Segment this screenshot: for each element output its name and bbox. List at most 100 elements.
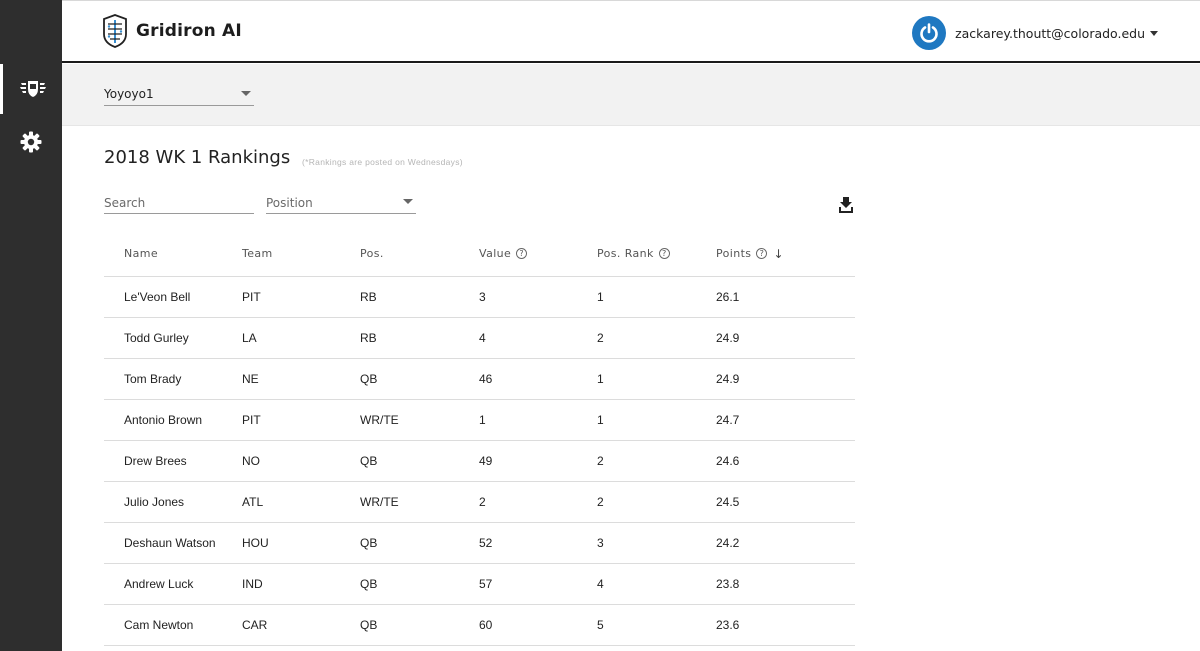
sidebar-item-settings[interactable] — [0, 117, 62, 167]
cell-pos: QB — [340, 604, 459, 646]
cell-pos-rank: 3 — [577, 522, 696, 564]
account-menu[interactable]: zackarey.thoutt@colorado.edu — [912, 16, 1158, 50]
cell-pos-rank: 1 — [577, 399, 696, 441]
cell-team: IND — [222, 563, 340, 605]
cell-name: Antonio Brown — [104, 399, 222, 441]
cell-name: Todd Gurley — [104, 317, 222, 359]
cell-points: 26.1 — [696, 276, 855, 318]
app-logo[interactable]: Gridiron AI — [102, 14, 242, 48]
cell-points: 24.9 — [696, 358, 855, 400]
table-row[interactable]: Andrew Luck IND QB 57 4 23.8 — [104, 563, 855, 605]
sidebar-item-team[interactable] — [0, 64, 62, 114]
chevron-down-icon — [1150, 30, 1158, 36]
cell-pos: QB — [340, 440, 459, 482]
cell-value: 52 — [459, 522, 577, 564]
cell-pos-rank: 2 — [577, 317, 696, 359]
cell-value: 49 — [459, 440, 577, 482]
column-header-team[interactable]: Team — [222, 232, 340, 277]
cell-team: ATL — [222, 481, 340, 523]
app-name: Gridiron AI — [136, 21, 242, 41]
cell-team: LA — [222, 317, 340, 359]
cell-points: 23.8 — [696, 563, 855, 605]
table-row[interactable]: Antonio Brown PIT WR/TE 1 1 24.7 — [104, 399, 855, 441]
cell-team: NE — [222, 358, 340, 400]
gridiron-logo-icon — [103, 14, 127, 48]
cell-name: Le'Veon Bell — [104, 276, 222, 318]
cell-pos-rank: 1 — [577, 358, 696, 400]
cell-pos: QB — [340, 358, 459, 400]
cell-name: Tom Brady — [104, 358, 222, 400]
cell-pos: QB — [340, 522, 459, 564]
table-row[interactable]: Todd Gurley LA RB 4 2 24.9 — [104, 317, 855, 359]
cell-team: CAR — [222, 604, 340, 646]
column-header-points[interactable]: Points? ↓ — [696, 232, 855, 277]
cell-points: 24.2 — [696, 522, 855, 564]
cell-name: Andrew Luck — [104, 563, 222, 605]
download-icon[interactable] — [837, 196, 855, 214]
team-select[interactable]: Yoyoyo1 — [104, 84, 254, 106]
cell-pos-rank: 2 — [577, 481, 696, 523]
cell-value: 2 — [459, 481, 577, 523]
top-bar: Gridiron AI zackarey.thoutt@colorado.edu — [62, 0, 1200, 63]
cell-pos-rank: 1 — [577, 276, 696, 318]
cell-pos-rank: 2 — [577, 440, 696, 482]
sidebar — [0, 0, 62, 651]
cell-points: 24.7 — [696, 399, 855, 441]
cell-name: Cam Newton — [104, 604, 222, 646]
search-input[interactable] — [104, 193, 254, 214]
cell-pos: WR/TE — [340, 481, 459, 523]
cell-value: 60 — [459, 604, 577, 646]
cell-team: PIT — [222, 276, 340, 318]
position-select[interactable]: Position — [266, 192, 416, 214]
power-icon — [920, 23, 938, 43]
help-icon[interactable]: ? — [756, 248, 768, 260]
table-row[interactable]: Drew Brees NO QB 49 2 24.6 — [104, 440, 855, 482]
team-select-value: Yoyoyo1 — [104, 87, 154, 101]
position-select-placeholder: Position — [266, 196, 313, 210]
help-icon[interactable]: ? — [658, 248, 670, 260]
table-row[interactable]: Julio Jones ATL WR/TE 2 2 24.5 — [104, 481, 855, 523]
cell-pos: QB — [340, 563, 459, 605]
cell-points: 24.5 — [696, 481, 855, 523]
cell-points: 24.6 — [696, 440, 855, 482]
account-email: zackarey.thoutt@colorado.edu — [955, 25, 1145, 41]
cell-team: HOU — [222, 522, 340, 564]
cell-pos-rank: 5 — [577, 604, 696, 646]
cell-value: 1 — [459, 399, 577, 441]
cell-pos: RB — [340, 276, 459, 318]
team-shield-icon — [19, 81, 46, 97]
cell-pos: WR/TE — [340, 399, 459, 441]
table-row[interactable]: Cam Newton CAR QB 60 5 23.6 — [104, 604, 855, 646]
cell-value: 57 — [459, 563, 577, 605]
team-bar: Yoyoyo1 — [62, 64, 1200, 126]
cell-points: 23.6 — [696, 604, 855, 646]
dropdown-arrow-icon — [241, 91, 251, 96]
column-header-name[interactable]: Name — [104, 232, 222, 277]
gear-icon — [20, 131, 42, 153]
column-header-pos-rank[interactable]: Pos. Rank? — [577, 232, 696, 277]
dropdown-arrow-icon — [403, 199, 413, 204]
cell-name: Julio Jones — [104, 481, 222, 523]
help-icon[interactable]: ? — [516, 248, 528, 260]
table-row[interactable]: Tom Brady NE QB 46 1 24.9 — [104, 358, 855, 400]
cell-value: 3 — [459, 276, 577, 318]
cell-points: 24.9 — [696, 317, 855, 359]
avatar — [912, 16, 947, 50]
column-header-value[interactable]: Value? — [459, 232, 577, 277]
cell-value: 4 — [459, 317, 577, 359]
column-header-pos[interactable]: Pos. — [340, 232, 459, 277]
cell-pos-rank: 4 — [577, 563, 696, 605]
table-row[interactable]: Deshaun Watson HOU QB 52 3 24.2 — [104, 522, 855, 564]
cell-name: Drew Brees — [104, 440, 222, 482]
table-row[interactable]: Le'Veon Bell PIT RB 3 1 26.1 — [104, 276, 855, 318]
cell-name: Deshaun Watson — [104, 522, 222, 564]
cell-value: 46 — [459, 358, 577, 400]
cell-team: PIT — [222, 399, 340, 441]
table-header-row: Name Team Pos. Value? Pos. Rank? Points?… — [104, 232, 855, 277]
sort-descending-icon[interactable]: ↓ — [773, 247, 783, 261]
page-title: 2018 WK 1 Rankings — [104, 147, 291, 168]
rankings-table: Name Team Pos. Value? Pos. Rank? Points?… — [104, 232, 855, 646]
cell-pos: RB — [340, 317, 459, 359]
rankings-note: (*Rankings are posted on Wednesdays) — [302, 157, 463, 167]
cell-team: NO — [222, 440, 340, 482]
